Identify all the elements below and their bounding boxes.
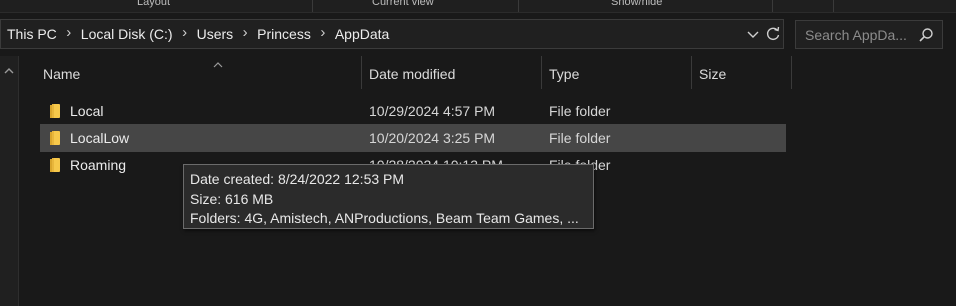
column-header-size[interactable]: Size — [699, 66, 726, 82]
breadcrumb-this-pc[interactable]: This PC — [6, 26, 58, 42]
ribbon-group-layout: Layout — [137, 0, 171, 8]
ribbon-group-show-hide: Show/hide — [611, 0, 663, 8]
address-bar[interactable]: This PC › Local Disk (C:) › Users › Prin… — [0, 19, 784, 49]
ribbon-divider — [833, 0, 834, 12]
file-name: Roaming — [70, 157, 127, 173]
chevron-down-icon[interactable] — [746, 26, 760, 42]
ribbon-divider — [312, 0, 313, 12]
file-date-modified: 10/29/2024 4:57 PM — [369, 103, 496, 119]
column-headers: Name Date modified Type Size — [19, 56, 956, 90]
file-name: Local — [70, 103, 104, 119]
tooltip-folders: Folders: 4G, Amistech, ANProductions, Be… — [190, 210, 579, 226]
column-divider[interactable] — [361, 56, 362, 89]
tooltip-date-created: Date created: 8/24/2022 12:53 PM — [190, 171, 405, 187]
ribbon-group-current-view: Current view — [372, 0, 434, 8]
ribbon-divider — [772, 0, 773, 12]
ribbon-divider — [518, 0, 519, 12]
file-date-modified: 10/20/2024 3:25 PM — [369, 130, 496, 146]
folder-info-tooltip: Date created: 8/24/2022 12:53 PM Size: 6… — [183, 164, 594, 229]
tooltip-size: Size: 616 MB — [190, 191, 274, 207]
search-icon[interactable] — [918, 27, 934, 43]
column-divider[interactable] — [691, 56, 692, 89]
folder-icon — [48, 103, 64, 119]
chevron-right-icon[interactable]: › — [318, 25, 328, 40]
list-item[interactable]: Local 10/29/2024 4:57 PM File folder — [40, 97, 786, 125]
refresh-icon[interactable] — [765, 25, 781, 43]
file-type: File folder — [549, 130, 611, 146]
chevron-right-icon[interactable]: › — [64, 25, 74, 40]
ribbon-group-labels: Layout Current view Show/hide — [0, 0, 956, 13]
column-divider[interactable] — [541, 56, 542, 89]
column-header-date-modified[interactable]: Date modified — [369, 66, 455, 82]
column-header-type[interactable]: Type — [549, 66, 579, 82]
navigation-pane[interactable] — [0, 56, 19, 306]
scroll-up-icon[interactable] — [3, 63, 15, 74]
folder-icon — [48, 157, 64, 173]
breadcrumb-appdata[interactable]: AppData — [334, 26, 390, 42]
breadcrumb-local-disk[interactable]: Local Disk (C:) — [80, 26, 174, 42]
search-box[interactable]: Search AppDa... — [795, 20, 943, 49]
column-header-name[interactable]: Name — [43, 66, 80, 82]
breadcrumb-princess[interactable]: Princess — [256, 26, 312, 42]
chevron-right-icon[interactable]: › — [180, 25, 190, 40]
list-item-selected[interactable]: LocalLow 10/20/2024 3:25 PM File folder — [40, 124, 786, 152]
breadcrumb-users[interactable]: Users — [196, 26, 235, 42]
search-input[interactable]: Search AppDa... — [805, 27, 907, 43]
breadcrumb: This PC › Local Disk (C:) › Users › Prin… — [6, 25, 390, 42]
chevron-right-icon[interactable]: › — [240, 25, 250, 40]
file-type: File folder — [549, 103, 611, 119]
column-divider[interactable] — [791, 56, 792, 89]
sort-ascending-icon — [212, 56, 224, 68]
file-name: LocalLow — [70, 130, 130, 146]
folder-icon — [48, 130, 64, 146]
